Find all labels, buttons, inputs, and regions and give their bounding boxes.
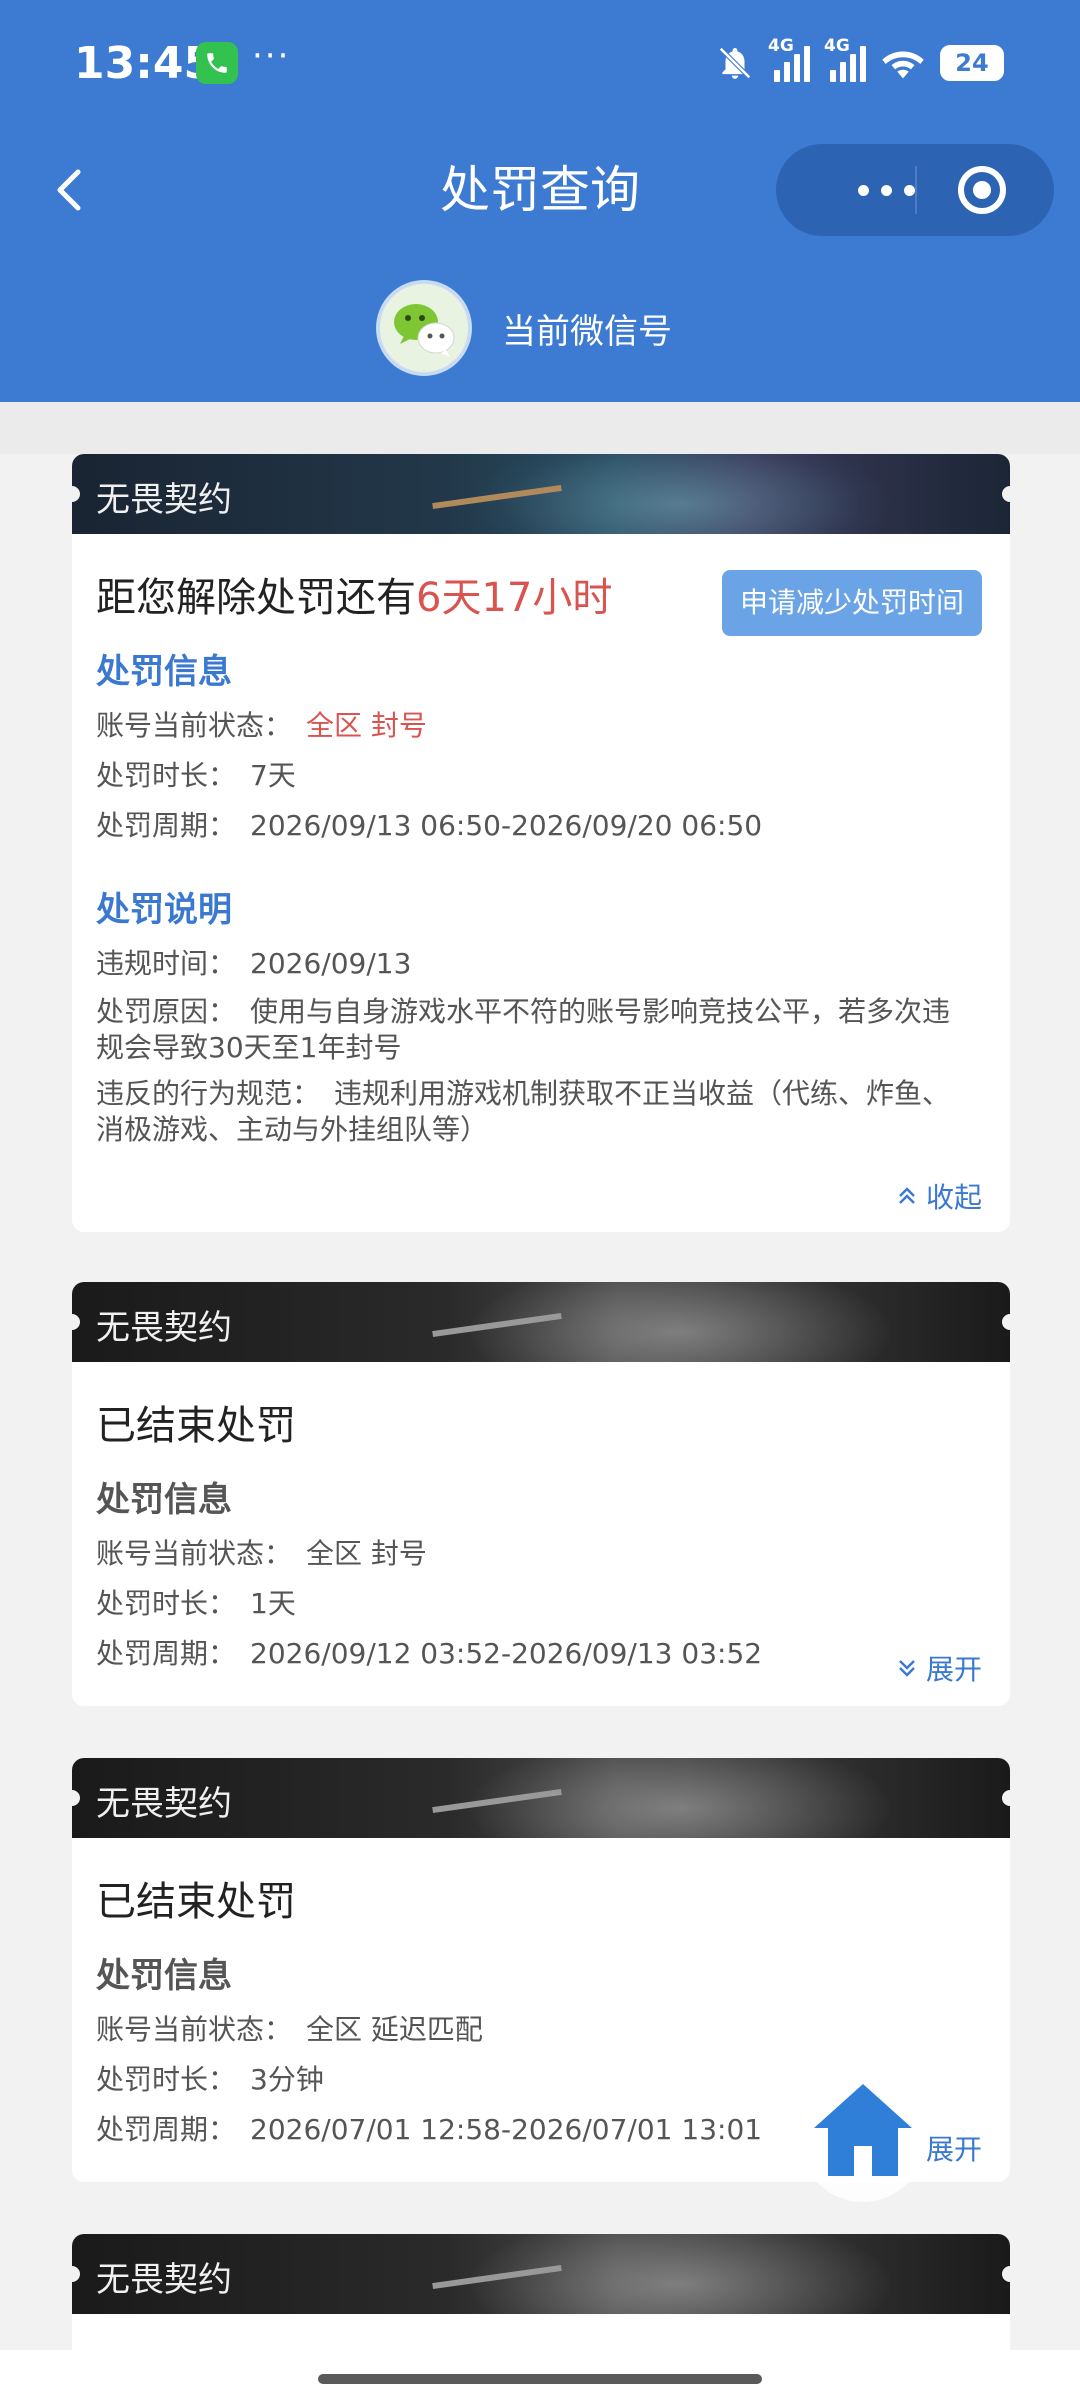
section-title-info: 处罚信息 bbox=[96, 652, 232, 692]
status-icons: 4G 4G 24 bbox=[716, 36, 1004, 86]
collapse-toggle[interactable]: 收起 bbox=[896, 1176, 982, 1216]
status-row: 账号当前状态： 全区 延迟匹配 bbox=[96, 2010, 986, 2050]
card-banner: 无畏契约 bbox=[72, 1282, 1010, 1362]
more-dots-icon[interactable] bbox=[816, 144, 956, 236]
duration-label: 处罚时长： bbox=[96, 2063, 237, 2096]
status-label: 账号当前状态： bbox=[96, 709, 293, 742]
status-value: 全区 封号 bbox=[306, 709, 427, 742]
gesture-home-bar[interactable] bbox=[318, 2374, 762, 2384]
period-row: 处罚周期： 2026/09/12 03:52-2026/09/13 03:52 bbox=[96, 1634, 986, 1674]
account-row[interactable]: 当前微信号 bbox=[376, 280, 672, 376]
period-label: 处罚周期： bbox=[96, 1637, 237, 1670]
section-title-description: 处罚说明 bbox=[96, 890, 232, 930]
header: 13:45 ··· 4G 4G 24 处罚查询 当前微信号 bbox=[0, 0, 1080, 402]
chevron-up-icon bbox=[899, 1187, 915, 1204]
duration-label: 处罚时长： bbox=[96, 759, 237, 792]
target-icon[interactable] bbox=[958, 166, 1006, 214]
rule-label: 违反的行为规范： bbox=[96, 1077, 321, 1110]
banner-notch-right bbox=[1002, 1314, 1010, 1330]
signal-4g-1: 4G bbox=[768, 36, 810, 82]
expand-toggle[interactable]: 展开 bbox=[896, 1648, 982, 1688]
card-banner: 无畏契约 bbox=[72, 1758, 1010, 1838]
expand-label: 展开 bbox=[925, 2133, 982, 2166]
status-time: 13:45 bbox=[74, 38, 215, 89]
punishment-card-ended: 无畏契约 已结束处罚 处罚信息 账号当前状态： 全区 封号 处罚时长： 1天 处罚周… bbox=[72, 1282, 1010, 1706]
collapse-label: 收起 bbox=[925, 1181, 982, 1214]
violation-time-value: 2026/09/13 bbox=[250, 947, 412, 980]
status-bar: 13:45 ··· 4G 4G 24 bbox=[0, 0, 1080, 130]
ended-headline: 已结束处罚 bbox=[96, 1403, 296, 1449]
mute-bell-icon bbox=[719, 47, 751, 79]
banner-notch-right bbox=[1002, 1790, 1010, 1806]
violation-time-row: 违规时间： 2026/09/13 bbox=[96, 944, 986, 984]
phone-call-icon bbox=[196, 42, 238, 84]
duration-value: 3分钟 bbox=[250, 2063, 324, 2096]
banner-notch-left bbox=[72, 486, 80, 502]
status-value: 全区 延迟匹配 bbox=[306, 2013, 483, 2046]
game-name: 无畏契约 bbox=[96, 2260, 232, 2300]
duration-value: 7天 bbox=[250, 759, 296, 792]
card-banner: 无畏契约 bbox=[72, 454, 1010, 534]
nav-bar: 处罚查询 bbox=[0, 130, 1080, 250]
account-label: 当前微信号 bbox=[502, 311, 672, 352]
chevron-down-icon bbox=[899, 1660, 915, 1677]
duration-value: 1天 bbox=[250, 1587, 296, 1620]
game-name: 无畏契约 bbox=[96, 1784, 232, 1824]
rule-row: 违反的行为规范： 违规利用游戏机制获取不正当收益（代练、炸鱼、消极游戏、主动与外挂… bbox=[96, 1076, 986, 1148]
duration-row: 处罚时长： 1天 bbox=[96, 1584, 986, 1624]
countdown-value: 6天17小时 bbox=[416, 575, 613, 621]
banner-notch-right bbox=[1002, 486, 1010, 502]
expand-label: 展开 bbox=[925, 1653, 982, 1686]
banner-notch-left bbox=[72, 2266, 80, 2282]
period-value: 2026/07/01 12:58-2026/07/01 13:01 bbox=[250, 2113, 763, 2146]
banner-notch-right bbox=[1002, 2266, 1010, 2282]
game-name: 无畏契约 bbox=[96, 1308, 232, 1348]
ended-headline: 已结束处罚 bbox=[96, 1879, 296, 1925]
banner-notch-left bbox=[72, 1314, 80, 1330]
home-button[interactable] bbox=[800, 2062, 926, 2202]
period-value: 2026/09/12 03:52-2026/09/13 03:52 bbox=[250, 1637, 763, 1670]
expand-toggle[interactable]: 展开 bbox=[926, 2128, 982, 2168]
apply-reduce-button[interactable]: 申请减少处罚时间 bbox=[722, 570, 982, 636]
wifi-icon bbox=[882, 51, 924, 79]
status-row: 账号当前状态： 全区 封号 bbox=[96, 706, 986, 746]
reason-label: 处罚原因： bbox=[96, 995, 237, 1028]
countdown-prefix: 距您解除处罚还有 bbox=[96, 575, 416, 621]
period-label: 处罚周期： bbox=[96, 2113, 237, 2146]
period-row: 处罚周期： 2026/09/13 06:50-2026/09/20 06:50 bbox=[96, 806, 986, 846]
signal-4g-2: 4G bbox=[824, 36, 866, 82]
punishment-card-active: 无畏契约 申请减少处罚时间 距您解除处罚还有6天17小时 处罚信息 账号当前状态… bbox=[72, 454, 1010, 1232]
violation-time-label: 违规时间： bbox=[96, 947, 237, 980]
status-row: 账号当前状态： 全区 封号 bbox=[96, 1534, 986, 1574]
capsule-divider bbox=[915, 166, 917, 214]
more-notifications: ··· bbox=[252, 36, 291, 76]
mini-program-capsule bbox=[776, 144, 1054, 236]
section-title-info: 处罚信息 bbox=[96, 1480, 232, 1520]
card-banner: 无畏契约 bbox=[72, 2234, 1010, 2314]
game-name: 无畏契约 bbox=[96, 480, 232, 520]
duration-row: 处罚时长： 7天 bbox=[96, 756, 986, 796]
status-value: 全区 封号 bbox=[306, 1537, 427, 1570]
home-icon bbox=[814, 2084, 912, 2176]
status-label: 账号当前状态： bbox=[96, 1537, 293, 1570]
status-label: 账号当前状态： bbox=[96, 2013, 293, 2046]
banner-notch-left bbox=[72, 1790, 80, 1806]
battery-indicator: 24 bbox=[940, 45, 1004, 81]
header-gap bbox=[0, 402, 1080, 454]
wechat-logo-icon bbox=[376, 280, 472, 376]
reason-row: 处罚原因： 使用与自身游戏水平不符的账号影响竞技公平，若多次违规会导致30天至1年… bbox=[96, 994, 986, 1066]
period-value: 2026/09/13 06:50-2026/09/20 06:50 bbox=[250, 809, 763, 842]
period-label: 处罚周期： bbox=[96, 809, 237, 842]
duration-label: 处罚时长： bbox=[96, 1587, 237, 1620]
section-title-info: 处罚信息 bbox=[96, 1956, 232, 1996]
